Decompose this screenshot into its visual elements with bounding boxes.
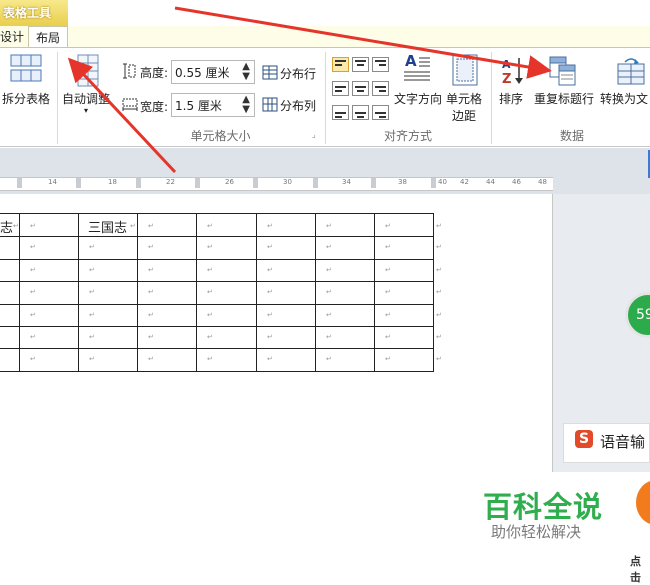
- arrow-to-repeat-header: [174, 6, 552, 79]
- arrow-to-layout-tab: [67, 57, 177, 174]
- annotation-arrows: [67, 6, 552, 174]
